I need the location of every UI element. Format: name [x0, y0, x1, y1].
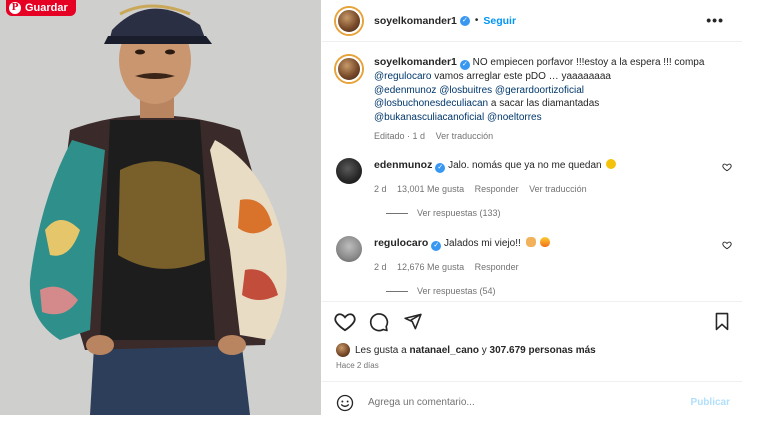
comment-item: regulocaro ✓ Jalados mi viejo!! 2 d 12,67…	[336, 236, 736, 274]
likes-count[interactable]: 307.679 personas más	[490, 345, 596, 356]
share-paper-plane-icon[interactable]	[403, 312, 423, 331]
comment-body: edenmunoz ✓ Jalo. nomás que ya no me qued…	[374, 158, 704, 196]
commenter-username[interactable]: edenmunoz	[374, 159, 432, 171]
separator-dot: •	[474, 15, 479, 26]
likes-summary[interactable]: Les gusta a natanael_cano y 307.679 pers…	[336, 343, 596, 357]
liker-username[interactable]: natanael_cano	[410, 345, 479, 356]
comment-likes[interactable]: 13,001 Me gusta	[397, 184, 464, 194]
like-comment-heart-icon[interactable]	[722, 240, 732, 250]
follow-button[interactable]: Seguir	[483, 15, 516, 27]
view-replies-button[interactable]: Ver respuestas (133)	[386, 208, 501, 218]
save-label: Guardar	[25, 2, 68, 14]
mention-link[interactable]: @losbuchonesdeculiacan	[374, 98, 488, 109]
commenter-username[interactable]: regulocaro	[374, 237, 428, 249]
grinning-sweat-emoji-icon	[606, 159, 617, 169]
comment-likes[interactable]: 12,676 Me gusta	[397, 262, 464, 272]
comment-bubble-icon[interactable]	[369, 312, 389, 332]
pinterest-icon: P	[9, 2, 21, 14]
author-avatar[interactable]	[336, 7, 362, 34]
comment-body: regulocaro ✓ Jalados mi viejo!! 2 d 12,67…	[374, 236, 704, 274]
view-replies-label: Ver respuestas (54)	[417, 286, 496, 296]
post-caption: soyelkomander1 ✓ NO empiecen porfavor !!!…	[336, 56, 736, 144]
commenter-avatar[interactable]	[336, 236, 362, 262]
comment-composer: Publicar	[322, 381, 742, 423]
like-heart-icon[interactable]	[334, 312, 356, 332]
comment-text: Jalo. nomás que ya no me quedan	[448, 160, 602, 171]
translate-link[interactable]: Ver traducción	[529, 184, 587, 194]
likes-middle: y	[481, 344, 487, 356]
caption-avatar[interactable]	[336, 56, 362, 82]
view-replies-label: Ver respuestas (133)	[417, 208, 501, 218]
caption-text-2: vamos arreglar este pDO … yaaaaaaaa	[434, 71, 611, 82]
comment-time: 2 d	[374, 262, 387, 272]
post-header: soyelkomander1 ✓ • Seguir •••	[322, 0, 742, 42]
post-photo[interactable]: P Guardar	[0, 0, 321, 415]
edited-label: Editado · 1 d	[374, 131, 426, 141]
post-panel: soyelkomander1 ✓ • Seguir ••• soyelkoman…	[322, 0, 742, 423]
caption-text-1: NO empiecen porfavor !!!estoy a la esper…	[472, 57, 705, 68]
caption-meta: Editado · 1 d Ver traducción	[374, 130, 726, 144]
author-username[interactable]: soyelkomander1	[374, 15, 457, 27]
verified-badge-icon: ✓	[459, 60, 470, 70]
comment-time: 2 d	[374, 184, 387, 194]
replies-divider	[386, 290, 408, 292]
more-options-icon[interactable]: •••	[706, 12, 724, 28]
verified-badge-icon: ✓	[459, 15, 470, 26]
translate-link[interactable]: Ver traducción	[436, 131, 494, 141]
raised-hands-emoji-icon	[525, 237, 536, 247]
comment-input[interactable]	[368, 397, 668, 408]
fire-emoji-icon	[540, 237, 551, 247]
emoji-picker-icon[interactable]	[336, 394, 354, 412]
post-time-ago: Hace 2 días	[336, 361, 379, 370]
mention-links[interactable]: @bukanasculiacanoficial @noeltorres	[374, 112, 542, 123]
liker-avatar	[336, 343, 350, 357]
photo-illustration	[0, 0, 321, 415]
commenter-avatar[interactable]	[336, 158, 362, 184]
comment-text: Jalados mi viejo!!	[444, 238, 521, 249]
action-bar	[322, 301, 742, 337]
verified-badge-icon: ✓	[435, 163, 446, 173]
pinterest-save-button[interactable]: P Guardar	[6, 0, 76, 16]
replies-divider	[386, 212, 408, 214]
mention-links[interactable]: @edenmunoz @losbuitres @gerardoortizofic…	[374, 85, 584, 96]
comment-item: edenmunoz ✓ Jalo. nomás que ya no me qued…	[336, 158, 736, 196]
like-comment-heart-icon[interactable]	[722, 162, 732, 172]
reply-link[interactable]: Responder	[475, 184, 519, 194]
reply-link[interactable]: Responder	[475, 262, 519, 272]
mention-link[interactable]: @regulocaro	[374, 71, 431, 82]
publish-button[interactable]: Publicar	[691, 397, 730, 408]
caption-username[interactable]: soyelkomander1	[374, 56, 457, 68]
caption-text-3: a sacar las diamantadas	[490, 98, 600, 109]
save-bookmark-icon[interactable]	[714, 312, 730, 331]
view-replies-button[interactable]: Ver respuestas (54)	[386, 286, 496, 296]
caption-body: soyelkomander1 ✓ NO empiecen porfavor !!!…	[374, 56, 726, 144]
likes-prefix: Les gusta a	[355, 344, 407, 356]
comment-meta: 2 d 12,676 Me gusta Responder	[374, 260, 704, 274]
verified-badge-icon: ✓	[431, 241, 442, 251]
comment-meta: 2 d 13,001 Me gusta Responder Ver traduc…	[374, 182, 704, 196]
